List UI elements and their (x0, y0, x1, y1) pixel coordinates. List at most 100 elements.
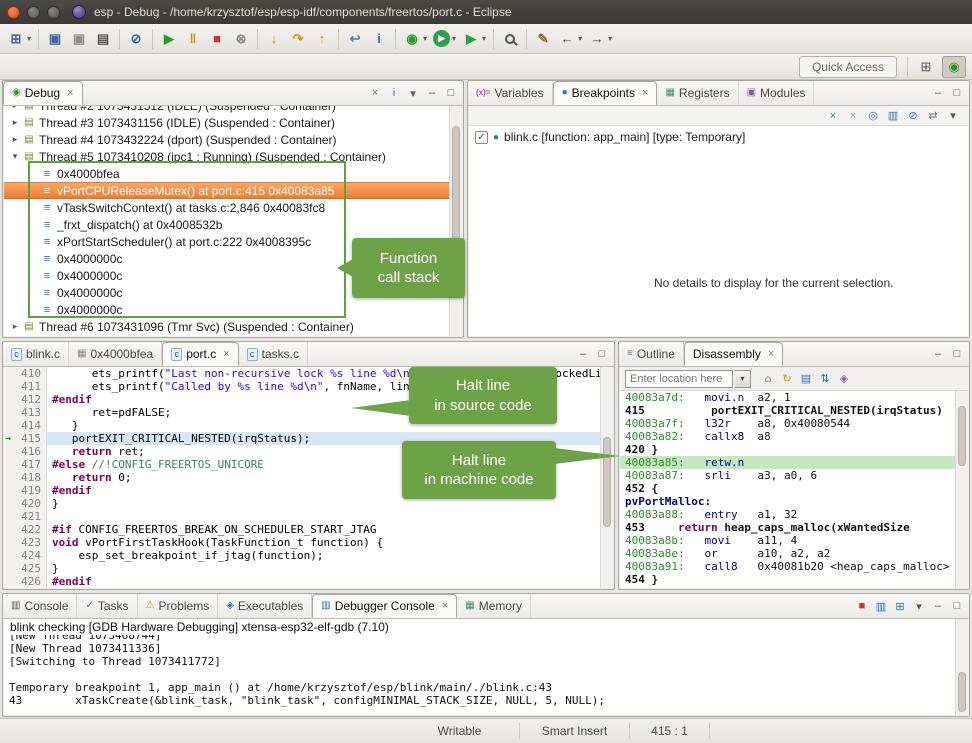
disasm-line[interactable]: 420 } (620, 443, 955, 456)
tab-binary-0x4000bfea[interactable]: ▦0x4000bfea (69, 342, 162, 366)
thread-row[interactable]: ▸▤Thread #6 1073431096 (Tmr Svc) (Suspen… (4, 318, 449, 335)
terminate-icon[interactable]: ■ (855, 600, 869, 612)
window-minimize-button[interactable] (27, 6, 40, 19)
quick-access-button[interactable]: Quick Access (799, 56, 897, 78)
remove-all-breakpoints-icon[interactable]: × (846, 110, 860, 122)
code-line[interactable]: 423void vPortFirstTaskHook(TaskFunction_… (4, 536, 613, 549)
minimize-icon[interactable]: – (931, 87, 945, 99)
home-icon[interactable]: ⌂ (761, 373, 775, 385)
code-line[interactable]: 418 return 0; (4, 471, 613, 484)
minimize-icon[interactable]: – (576, 348, 590, 360)
disasm-line[interactable]: 40083a82: callx8 a8 (620, 430, 955, 443)
open-perspective-icon[interactable]: ⊞ (914, 56, 938, 78)
run-icon-dropdown[interactable]: ▾ (452, 34, 456, 43)
back-icon[interactable]: ← (556, 28, 578, 50)
stack-frame-row[interactable]: ≡0x4000000c (4, 301, 449, 318)
tab-tasks[interactable]: ✓Tasks (77, 594, 137, 618)
suspend-icon[interactable]: ‖ (182, 28, 204, 50)
tab-breakpoints[interactable]: ●Breakpoints× (553, 81, 658, 105)
stack-frame-row[interactable]: ≡vTaskSwitchContext() at tasks.c:2,846 0… (4, 199, 449, 216)
print-icon[interactable]: ▤ (92, 28, 114, 50)
save-all-icon[interactable]: ▣ (68, 28, 90, 50)
code-line[interactable]: 420} (4, 497, 613, 510)
disasm-line[interactable]: 40083a91: call8 0x40081b20 <heap_caps_ma… (620, 560, 955, 573)
skip-all-breakpoints-icon[interactable]: ⊘ (906, 109, 920, 122)
debug-icon[interactable]: ◉ (401, 28, 423, 50)
tab-problems[interactable]: ⚠Problems (138, 594, 219, 618)
thread-row[interactable]: ▾▤Thread #5 1073410208 (ipc1 : Running) … (4, 148, 449, 165)
code-line[interactable]: 421 (4, 510, 613, 523)
window-close-button[interactable] (7, 6, 20, 19)
editor-scrollbar[interactable] (600, 367, 613, 588)
minimize-icon[interactable]: – (931, 348, 945, 360)
scrollbar-thumb[interactable] (958, 672, 966, 712)
forward-icon[interactable]: → (586, 28, 608, 50)
scrollbar-thumb[interactable] (958, 406, 966, 466)
close-tab-icon[interactable]: × (223, 348, 229, 360)
location-dropdown-icon[interactable]: ▾ (735, 370, 751, 388)
tab-blink-c[interactable]: cblink.c (3, 342, 69, 366)
terminate-icon[interactable]: ■ (206, 28, 228, 50)
disasm-line[interactable]: 452 { (620, 482, 955, 495)
tab-port-c[interactable]: cport.c× (162, 342, 238, 366)
stack-frame-row[interactable]: ≡_frxt_dispatch() at 0x4008532b (4, 216, 449, 233)
code-line[interactable]: 425} (4, 562, 613, 575)
code-line[interactable]: →415 portEXIT_CRITICAL_NESTED(irqStatus)… (4, 432, 613, 445)
tab-executables[interactable]: ◈Executables (218, 594, 312, 618)
code-line[interactable]: 412#endif (4, 393, 613, 406)
expand-arrow-icon[interactable]: ▸ (8, 134, 22, 145)
instruction-stepping-icon[interactable]: i (368, 28, 390, 50)
stack-frame-row[interactable]: ≡xPortStartScheduler() at port.c:222 0x4… (4, 233, 449, 250)
disasm-line[interactable]: 453 return heap_caps_malloc(xWantedSize (620, 521, 955, 534)
maximize-icon[interactable]: □ (950, 600, 964, 612)
tab-debugger-console[interactable]: ▥Debugger Console× (312, 594, 457, 618)
view-menu-icon[interactable]: ▾ (946, 109, 960, 122)
go-to-file-icon[interactable]: ▥ (886, 109, 900, 122)
stack-frame-row[interactable]: ≡vPortCPUReleaseMutex() at port.c:415 0x… (4, 182, 449, 199)
maximize-icon[interactable]: □ (595, 348, 609, 360)
stack-frame-row[interactable]: ≡0x4000000c (4, 284, 449, 301)
close-tab-icon[interactable]: × (768, 348, 774, 360)
close-tab-icon[interactable]: × (67, 87, 73, 99)
console-lines[interactable]: [New Thread 1073468744][New Thread 10734… (4, 635, 955, 715)
forward-icon-dropdown[interactable]: ▾ (608, 34, 612, 43)
external-tools-icon[interactable]: ▶ (460, 28, 482, 50)
tab-modules[interactable]: ▣Modules (739, 81, 815, 105)
code-line[interactable]: 413 ret=pdFALSE; (4, 406, 613, 419)
window-maximize-button[interactable] (47, 6, 60, 19)
disasm-line[interactable]: 454 } (620, 573, 955, 586)
view-menu-icon[interactable]: ▾ (912, 600, 926, 613)
run-icon[interactable]: ▶ (433, 30, 450, 47)
sync-selection-icon[interactable]: ⇅ (818, 372, 832, 385)
display-selected-console-icon[interactable]: ▥ (874, 600, 888, 613)
new-wizard-icon-dropdown[interactable]: ▾ (27, 34, 31, 43)
code-line[interactable]: 426#endif (4, 575, 613, 588)
disasm-line[interactable]: 415 portEXIT_CRITICAL_NESTED(irqStatus) (620, 404, 955, 417)
console-scrollbar[interactable] (955, 619, 968, 715)
scrollbar-thumb[interactable] (452, 126, 460, 256)
refresh-icon[interactable]: ↻ (780, 372, 794, 385)
expand-arrow-icon[interactable]: ▸ (8, 321, 22, 332)
expand-arrow-icon[interactable]: ▸ (8, 117, 22, 128)
skip-all-breakpoints-icon[interactable]: ⊘ (125, 28, 147, 50)
external-tools-icon-dropdown[interactable]: ▾ (482, 34, 486, 43)
last-edit-location-icon[interactable]: ✎ (532, 28, 554, 50)
code-line[interactable]: 417#else //!CONFIG_FREERTOS_UNICORE (4, 458, 613, 471)
tab-console[interactable]: ▥Console (3, 594, 77, 618)
save-icon[interactable]: ▣ (44, 28, 66, 50)
maximize-icon[interactable]: □ (950, 87, 964, 99)
expand-arrow-icon[interactable]: ▸ (8, 106, 22, 111)
thread-row[interactable]: ▸▤Thread #3 1073431156 (IDLE) (Suspended… (4, 114, 449, 131)
tab-disassembly[interactable]: Disassembly× (684, 342, 783, 366)
thread-row[interactable]: ▸▤Thread #2 1073431512 (IDLE) (Suspended… (4, 106, 449, 114)
drop-to-frame-icon[interactable]: ↩ (344, 28, 366, 50)
disasm-line[interactable]: 40083a87: srli a3, a0, 6 (620, 469, 955, 482)
tab-tasks-c[interactable]: ctasks.c (239, 342, 308, 366)
show-source-icon[interactable]: ▤ (799, 372, 813, 385)
disasm-line[interactable]: 40083a88: entry a1, 32 (620, 508, 955, 521)
close-tab-icon[interactable]: × (442, 600, 448, 612)
step-return-icon[interactable]: ↑ (311, 28, 333, 50)
breakpoint-checkbox[interactable]: ✓ (475, 131, 488, 144)
minimize-icon[interactable]: – (425, 87, 439, 99)
stack-frame-row[interactable]: ≡0x4000000c (4, 267, 449, 284)
